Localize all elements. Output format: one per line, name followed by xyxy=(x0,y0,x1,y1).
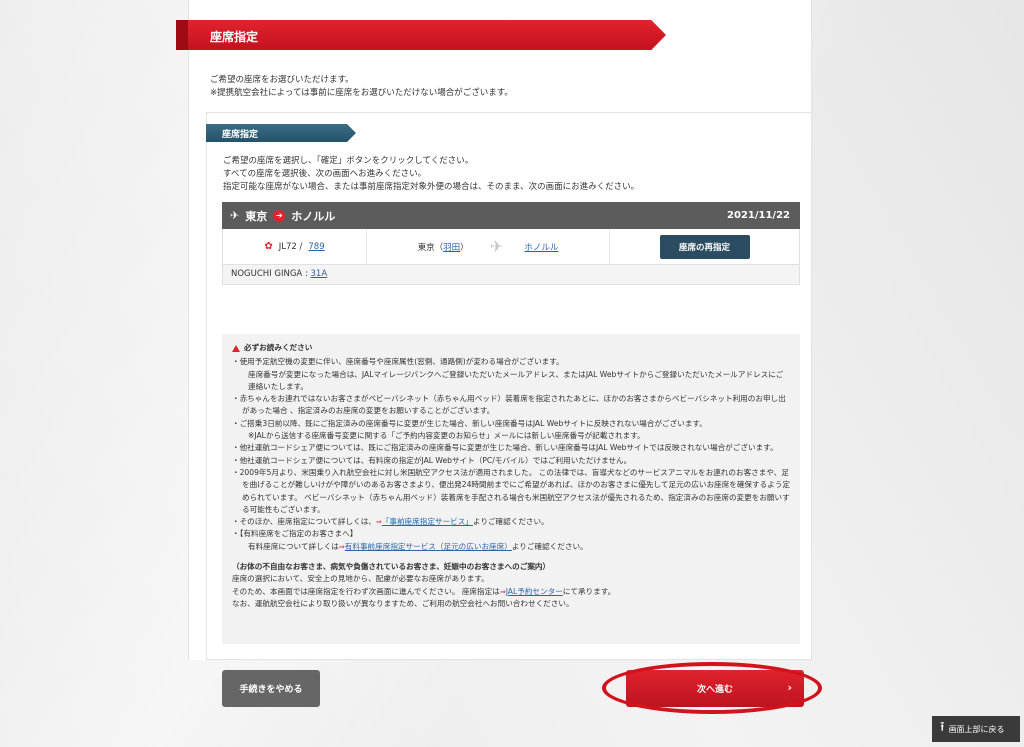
origin-airport-link[interactable]: 羽田 xyxy=(443,243,460,253)
warning-icon xyxy=(232,344,240,352)
notice-paragraph: そのため、本画面では座席指定を行わず次画面に進んでください。 座席指定は⇒JAL… xyxy=(232,586,790,598)
next-button[interactable]: 次へ進む › xyxy=(626,670,804,707)
cancel-button[interactable]: 手続きをやめる xyxy=(222,670,320,707)
notice-item: ・赤ちゃんをお連れではないお客さまがベビーバシネット（赤ちゃん用ベッド）装着席を… xyxy=(232,394,786,416)
notice-text: そのため、本画面では座席指定を行わず次画面に進んでください。 座席指定は xyxy=(232,586,500,596)
notice-item: ・ご搭乗3日前以降、既にご指定済みの座席番号に変更が生じた場合、新しい座席番号は… xyxy=(232,418,707,428)
origin-detail: 東京（羽田） xyxy=(418,241,469,253)
plane-icon: ✈ xyxy=(489,237,504,256)
notice-item: ・他社運航コードシェア便については、有料席の指定がJAL Webサイト（PC/モ… xyxy=(232,455,632,465)
flight-row: ✿ JL72 / 789 東京（羽田） ✈ ホノルル 座席の再指定 xyxy=(222,229,800,265)
flight-number: JL72 / xyxy=(278,241,303,252)
flight-number-cell: ✿ JL72 / 789 xyxy=(223,229,367,264)
passenger-row: NOGUCHI GINGA : 31A xyxy=(222,265,800,285)
notice-box: 必ずお読みください ・使用予定航空機の変更に伴い、座席番号や座席属性(窓側、通路… xyxy=(222,334,800,644)
paid-seat-link[interactable]: 有料事前座席指定サービス（足元の広いお座席） xyxy=(345,542,512,551)
section-title: 座席指定 xyxy=(206,124,356,142)
desc-line: すべての座席を選択後、次の画面へお進みください。 xyxy=(223,169,427,179)
notice-text: にて承ります。 xyxy=(562,586,616,596)
arrow-right-icon: ➔ xyxy=(273,209,286,222)
intro-line: ご希望の座席をお選びいただけます。 xyxy=(210,75,354,85)
seat-link[interactable]: 31A xyxy=(311,269,328,279)
reservation-center-link[interactable]: JAL予約センター xyxy=(506,587,563,596)
arrow-up-icon: ⭱ xyxy=(940,720,945,735)
notice-paragraph: なお、運航航空会社により取り扱いが異なりますため、ご利用の航空会社へお問い合わせ… xyxy=(232,598,574,608)
flight-header: ✈ 東京 ➔ ホノルル 2021/11/22 xyxy=(222,202,800,229)
route: ✈ 東京 ➔ ホノルル xyxy=(230,208,335,224)
notice-item: ・他社運航コードシェア便については、既にご指定済みの座席番号に変更が生じた場合、… xyxy=(232,443,778,453)
origin-close: ） xyxy=(460,242,469,253)
notice-text: ・そのほか、座席指定について詳しくは、 xyxy=(232,517,376,527)
notice-text: 有料座席について詳しくは xyxy=(248,541,339,551)
flight-date: 2021/11/22 xyxy=(727,210,790,221)
notice-item: ※JALから送信する座席番号変更に関する「ご予約内容変更のお知らせ」メールには新… xyxy=(248,431,645,441)
desc-line: ご希望の座席を選択し、「確定」ボタンをクリックしてください。 xyxy=(223,156,474,166)
notice-heading: 必ずお読みください xyxy=(232,342,790,354)
notice-item: ・使用予定航空機の変更に伴い、座席番号や座席属性(窓側、通路側)が変わる場合がご… xyxy=(232,357,564,367)
passenger-name: NOGUCHI GINGA : xyxy=(231,269,308,279)
intro-line: ※提携航空会社によっては事前に座席をお選びいただけない場合がございます。 xyxy=(210,88,513,98)
origin: 東京 xyxy=(245,209,268,223)
notice-item: ・そのほか、座席指定について詳しくは、⇒「事前座席指定サービス」よりご確認くださ… xyxy=(232,516,790,528)
notice-heading-text: 必ずお読みください xyxy=(244,343,313,352)
reselect-seat-button[interactable]: 座席の再指定 xyxy=(659,234,750,259)
notice-item: ・2009年5月より、米国乗り入れ航空会社に対し米国航空アクセス法が適用されまし… xyxy=(232,467,790,514)
notice-text: よりご確認ください。 xyxy=(511,541,588,551)
seat-service-link[interactable]: 「事前座席指定サービス」 xyxy=(382,517,473,526)
reselect-cell: 座席の再指定 xyxy=(609,229,799,264)
plane-icon: ✈ xyxy=(230,209,240,222)
back-to-top-button[interactable]: ⭱ 画面上部に戻る xyxy=(932,716,1020,742)
desc-line: 指定可能な座席がない場合、または事前座席指定対象外便の場合は、そのまま、次の画面… xyxy=(223,182,640,192)
back-to-top-label: 画面上部に戻る xyxy=(948,724,1005,734)
next-button-label: 次へ進む xyxy=(696,685,733,695)
jal-crane-icon: ✿ xyxy=(264,241,273,252)
route-cell: 東京（羽田） ✈ ホノルル xyxy=(367,229,609,264)
destination: ホノルル xyxy=(291,209,336,223)
aircraft-link[interactable]: 789 xyxy=(308,242,324,252)
origin-city: 東京（ xyxy=(417,242,444,253)
notice-item: 座席番号が変更になった場合は、JALマイレージバンクへご登録いただいたメールアド… xyxy=(248,369,784,391)
notice-item: ・【有料座席をご指定のお客さまへ】 xyxy=(232,529,358,539)
notice-text: よりご確認ください。 xyxy=(472,517,549,527)
page-title: 座席指定 xyxy=(176,20,666,50)
special-assistance-heading: （お体の不自由なお客さま、病気や負傷されているお客さま、妊娠中のお客さまへのご案… xyxy=(232,562,551,572)
chevron-right-icon: › xyxy=(787,681,792,694)
notice-paragraph: 座席の選択において、安全上の見地から、配慮が必要なお座席があります。 xyxy=(232,574,489,584)
notice-list: ・使用予定航空機の変更に伴い、座席番号や座席属性(窓側、通路側)が変わる場合がご… xyxy=(232,356,790,553)
intro-text: ご希望の座席をお選びいただけます。 ※提携航空会社によっては事前に座席をお選びい… xyxy=(210,74,513,100)
destination-link[interactable]: ホノルル xyxy=(524,241,558,253)
notice-item: 有料座席について詳しくは⇒有料事前座席指定サービス（足元の広いお座席）よりご確認… xyxy=(232,541,790,553)
section-description: ご希望の座席を選択し、「確定」ボタンをクリックしてください。 すべての座席を選択… xyxy=(223,155,639,194)
